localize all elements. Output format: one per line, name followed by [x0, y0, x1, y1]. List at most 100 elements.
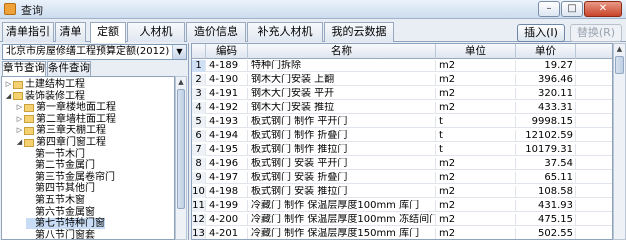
tab-condition-query[interactable]: 条件查询 [47, 61, 91, 76]
tab-my-cloud-data[interactable]: 我的云数据 [324, 22, 394, 42]
table-row[interactable]: 10 4-198 板式钢门 安装 推拉门 m2 108.58 [192, 186, 612, 198]
expand-triangle-icon[interactable]: ▷ [15, 125, 24, 136]
tree-node[interactable]: 第一节木门 [26, 149, 85, 160]
cell-unit: t [436, 130, 516, 142]
row-index: 7 [192, 144, 206, 156]
tree-node-label: 第六节金属窗 [35, 206, 95, 218]
table-row[interactable]: 2 4-190 钢木大门安装 上翻 m2 396.46 [192, 74, 612, 86]
app-icon [4, 3, 16, 15]
cell-unit: m2 [436, 228, 516, 239]
tree-node-label: 第一章楼地面工程 [36, 102, 116, 114]
row-index: 8 [192, 158, 206, 170]
collapse-triangle-icon[interactable]: ◢ [15, 137, 24, 148]
maximize-button[interactable]: □ [561, 1, 583, 17]
folder-icon [24, 103, 34, 112]
collapse-triangle-icon[interactable]: ◢ [4, 91, 13, 102]
cell-price: 108.58 [516, 186, 576, 198]
cell-unit: t [436, 116, 516, 128]
folder-icon [13, 92, 23, 101]
tree-node[interactable]: ▷ 第一章楼地面工程 [15, 102, 116, 113]
expand-triangle-icon[interactable]: ▷ [15, 114, 24, 125]
tab-cost-info[interactable]: 造价信息 [186, 22, 246, 42]
tree-node-label: 第五节木窗 [35, 195, 85, 206]
tab-chapter-query[interactable]: 章节查询 [2, 61, 46, 76]
tab-list-guide[interactable]: 清单指引 [2, 22, 54, 42]
tree-node[interactable]: 第六节金属窗 [26, 207, 95, 218]
table-row[interactable]: 13 4-201 冷藏门 制作 保温层厚度150mm 库门 m2 502.55 [192, 228, 612, 239]
tab-quota[interactable]: 定额 [90, 22, 126, 43]
close-button[interactable]: ✕ [584, 1, 622, 17]
table-row[interactable]: 4 4-192 钢木大门安装 推拉 m2 433.31 [192, 102, 612, 114]
header-name[interactable]: 名称 [248, 44, 436, 59]
cell-code: 4-195 [206, 144, 248, 156]
cell-code: 4-201 [206, 228, 248, 239]
tab-labor-material-machine[interactable]: 人材机 [127, 22, 185, 42]
table-row[interactable]: 12 4-200 冷藏门 制作 保温层厚度100mm 冻结间门 m2 475.15 [192, 214, 612, 226]
cell-name: 板式钢门 制作 平开门 [248, 116, 436, 128]
cell-unit: t [436, 144, 516, 156]
insert-button[interactable]: 插入(I) [517, 24, 565, 42]
tree-node[interactable]: ▷ 第二章墙柱面工程 [15, 114, 116, 125]
scroll-up-arrow-icon[interactable]: ▲ [614, 44, 625, 55]
row-index: 13 [192, 228, 206, 239]
header-price[interactable]: 单价 [516, 44, 576, 59]
tree-node[interactable]: 第八节门窗套 [26, 230, 95, 239]
cell-code: 4-196 [206, 158, 248, 170]
cell-unit: m2 [436, 88, 516, 100]
tree-node[interactable]: ◢ 装饰装修工程 [4, 91, 85, 102]
tab-supplement-lmm[interactable]: 补充人材机 [247, 22, 323, 42]
table-row[interactable]: 11 4-199 冷藏门 制作 保温层厚度100mm 库门 m2 431.93 [192, 200, 612, 212]
quota-library-select[interactable]: 北京市房屋修缮工程预算定额(2012) ▼ [2, 44, 187, 60]
title-bar: 查询 – □ ✕ [0, 0, 626, 19]
header-index [192, 44, 206, 59]
table-row[interactable]: 5 4-193 板式钢门 制作 平开门 t 9998.15 [192, 116, 612, 128]
tab-bill[interactable]: 清单 [55, 22, 86, 42]
folder-icon [13, 80, 23, 89]
tree-node[interactable]: 第七节特种门窗 [26, 218, 105, 230]
tree-node[interactable]: 第二节金属门 [26, 160, 95, 171]
scrollbar-thumb[interactable] [177, 89, 185, 209]
cell-name: 板式钢门 安装 推拉门 [248, 186, 436, 198]
folder-icon [24, 138, 34, 147]
row-index: 3 [192, 88, 206, 100]
table-row[interactable]: 8 4-196 板式钢门 安装 平开门 m2 37.54 [192, 158, 612, 170]
table-row[interactable]: 7 4-195 板式钢门 制作 推拉门 t 10179.31 [192, 144, 612, 156]
expand-triangle-icon[interactable]: ▷ [4, 79, 13, 90]
tree-scrollbar[interactable]: ▲ [175, 76, 187, 240]
cell-unit: m2 [436, 200, 516, 212]
cell-price: 431.93 [516, 200, 576, 212]
expand-triangle-icon[interactable]: ▷ [15, 102, 24, 113]
table-row[interactable]: 9 4-197 板式钢门 安装 折叠门 m2 65.11 [192, 172, 612, 184]
tree-node-label: 第二章墙柱面工程 [36, 113, 116, 125]
tree-node[interactable]: ▷ 第三章天棚工程 [15, 125, 106, 136]
tree-node[interactable]: ▷ 土建结构工程 [4, 79, 85, 90]
tree-node[interactable]: 第五节木窗 [26, 195, 85, 206]
table-row[interactable]: 1 4-189 特种门拆除 m2 19.27 [192, 60, 612, 72]
header-unit[interactable]: 单位 [436, 44, 516, 59]
scrollbar-thumb[interactable] [615, 56, 624, 74]
table-row[interactable]: 3 4-191 钢木大门安装 平开 m2 320.11 [192, 88, 612, 100]
scroll-up-arrow-icon[interactable]: ▲ [176, 77, 186, 88]
grid-scrollbar[interactable]: ▲ [613, 43, 626, 240]
chevron-down-icon[interactable]: ▼ [172, 45, 186, 59]
header-code[interactable]: 编码 [206, 44, 248, 59]
row-index: 2 [192, 74, 206, 86]
quota-grid: 编码 名称 单位 单价 1 4-189 特种门拆除 m2 19.27 2 4-190 钢木大门… [191, 43, 613, 240]
cell-name: 板式钢门 制作 推拉门 [248, 144, 436, 156]
tree-node[interactable]: ◢ 第四章门窗工程 [15, 137, 106, 148]
cell-price: 320.11 [516, 88, 576, 100]
table-row[interactable]: 6 4-194 板式钢门 制作 折叠门 t 12102.59 [192, 130, 612, 142]
grid-header: 编码 名称 单位 单价 [192, 44, 612, 59]
minimize-button[interactable]: – [538, 1, 560, 17]
tree-node[interactable]: 第四节其他门 [26, 183, 95, 194]
tree-node-label: 装饰装修工程 [25, 90, 85, 102]
tree-node[interactable]: 第三节金属卷帘门 [26, 172, 115, 183]
row-index: 12 [192, 214, 206, 226]
cell-price: 19.27 [516, 60, 576, 72]
cell-unit: m2 [436, 186, 516, 198]
cell-code: 4-191 [206, 88, 248, 100]
tree-node-label: 第四节其他门 [35, 183, 95, 195]
cell-unit: m2 [436, 158, 516, 170]
cell-unit: m2 [436, 60, 516, 72]
cell-code: 4-192 [206, 102, 248, 114]
